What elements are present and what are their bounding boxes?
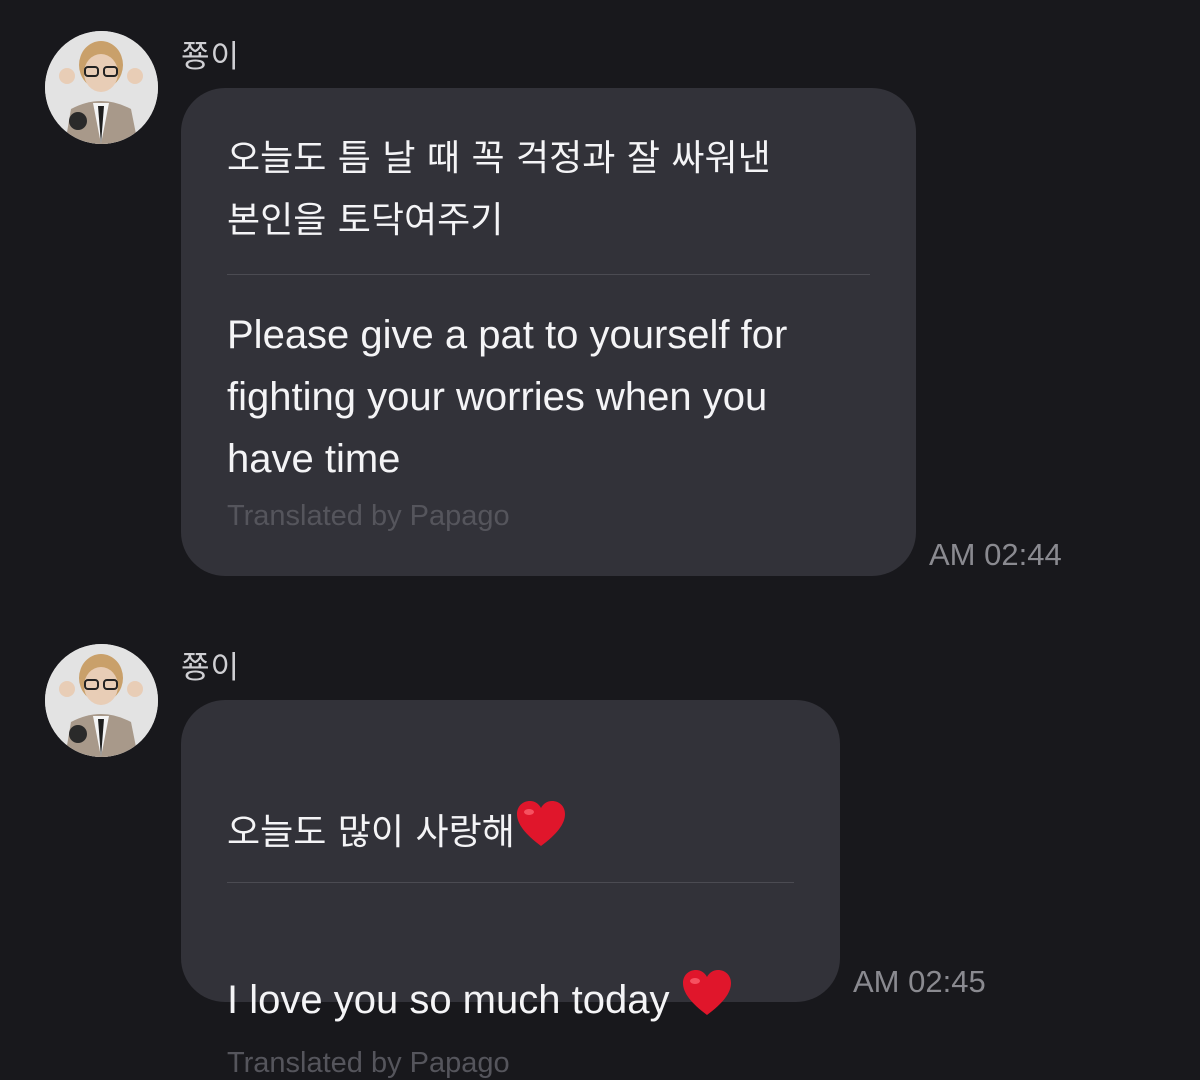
original-text: 오늘도 많이 사랑해	[227, 700, 794, 868]
original-text: 오늘도 틈 날 때 꼭 걱정과 잘 싸워낸 본인을 토닥여주기	[227, 138, 771, 241]
avatar-image	[45, 31, 158, 144]
translated-text: I love you so much today	[227, 883, 794, 1035]
message-timestamp: AM 02:45	[853, 964, 986, 999]
avatar[interactable]	[45, 644, 158, 757]
avatar[interactable]	[45, 31, 158, 144]
avatar-image	[45, 644, 158, 757]
heart-icon	[681, 969, 733, 1035]
message-timestamp: AM 02:44	[929, 537, 1062, 572]
original-text-content: 오늘도 많이 사랑해	[227, 812, 515, 853]
translated-text-content: I love you so much today	[227, 978, 681, 1022]
translation-credit: Translated by Papago	[227, 500, 510, 532]
heart-icon	[515, 800, 567, 868]
translation-credit: Translated by Papago	[227, 1047, 510, 1080]
message-bubble[interactable]: 오늘도 틈 날 때 꼭 걱정과 잘 싸워낸 본인을 토닥여주기 Please g…	[181, 88, 916, 576]
sender-name: 쭁이	[181, 39, 241, 75]
translated-text: Please give a pat to yourself for fighti…	[227, 313, 788, 481]
sender-name: 쭁이	[181, 650, 241, 686]
message-bubble[interactable]: 오늘도 많이 사랑해 I love you so much today Tran…	[181, 700, 840, 1079]
